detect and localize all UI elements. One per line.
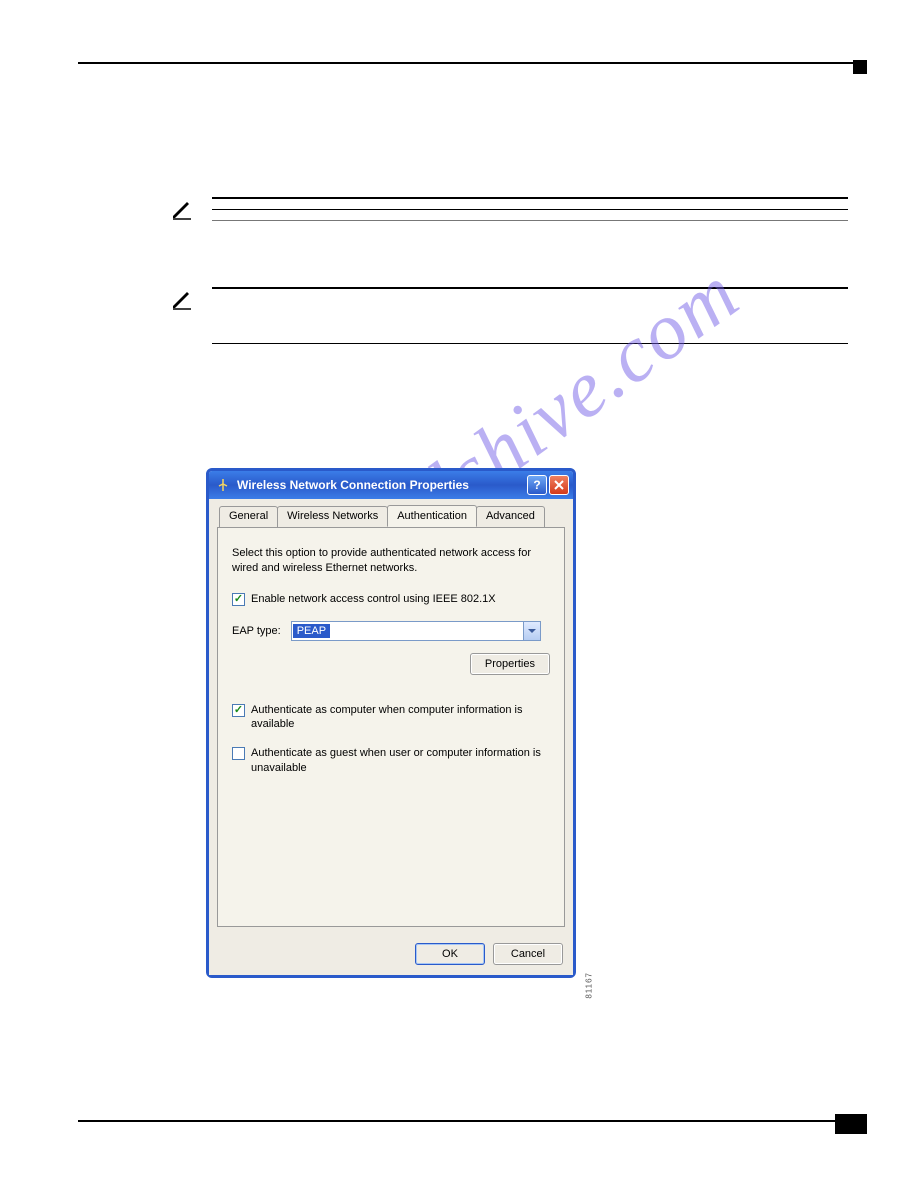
auth-guest-label: Authenticate as guest when user or compu… xyxy=(251,746,550,776)
dialog-button-row: OK Cancel xyxy=(209,935,573,975)
eap-type-value: PEAP xyxy=(293,624,330,638)
tab-general[interactable]: General xyxy=(219,506,278,528)
tab-wireless-networks[interactable]: Wireless Networks xyxy=(277,506,388,528)
ok-button[interactable]: OK xyxy=(415,943,485,965)
cancel-button[interactable]: Cancel xyxy=(493,943,563,965)
note2-rule-a xyxy=(212,287,848,289)
pencil-note-icon xyxy=(168,197,196,231)
page-corner-marker-top xyxy=(853,60,867,74)
auth-guest-checkbox[interactable] xyxy=(232,747,245,760)
figure-id: 81167 xyxy=(585,972,594,999)
auth-guest-row[interactable]: Authenticate as guest when user or compu… xyxy=(232,746,550,776)
tab-body-authentication: Select this option to provide authentica… xyxy=(217,527,565,927)
close-button[interactable] xyxy=(549,475,569,495)
note1-rule-a xyxy=(212,197,848,199)
tab-strip: General Wireless Networks Authentication… xyxy=(209,499,573,527)
enable-8021x-label: Enable network access control using IEEE… xyxy=(251,592,550,607)
help-button[interactable]: ? xyxy=(527,475,547,495)
tab-advanced[interactable]: Advanced xyxy=(476,506,545,528)
auth-computer-label: Authenticate as computer when computer i… xyxy=(251,703,550,733)
properties-dialog: Wireless Network Connection Properties ?… xyxy=(206,468,576,978)
auth-computer-row[interactable]: Authenticate as computer when computer i… xyxy=(232,703,550,733)
properties-button[interactable]: Properties xyxy=(470,653,550,675)
auth-computer-checkbox[interactable] xyxy=(232,704,245,717)
page-bottom-rule xyxy=(78,1120,853,1122)
wireless-icon xyxy=(215,477,231,493)
note2-rule-b xyxy=(212,343,848,344)
note-block-1 xyxy=(168,197,848,231)
eap-type-dropdown[interactable]: PEAP xyxy=(291,621,541,641)
note-block-2 xyxy=(168,287,848,354)
note1-rule-b xyxy=(212,209,848,210)
note1-rule-c xyxy=(212,220,848,221)
tab-authentication[interactable]: Authentication xyxy=(387,505,477,527)
dropdown-arrow-icon[interactable] xyxy=(523,622,540,640)
dialog-titlebar[interactable]: Wireless Network Connection Properties ? xyxy=(209,471,573,499)
eap-type-label: EAP type: xyxy=(232,625,281,637)
enable-8021x-checkbox[interactable] xyxy=(232,593,245,606)
auth-description: Select this option to provide authentica… xyxy=(232,546,550,576)
pencil-note-icon xyxy=(168,287,196,354)
enable-8021x-row[interactable]: Enable network access control using IEEE… xyxy=(232,592,550,607)
page-top-rule xyxy=(78,62,853,64)
dialog-title: Wireless Network Connection Properties xyxy=(237,478,525,492)
page-corner-marker-bottom xyxy=(835,1114,867,1134)
